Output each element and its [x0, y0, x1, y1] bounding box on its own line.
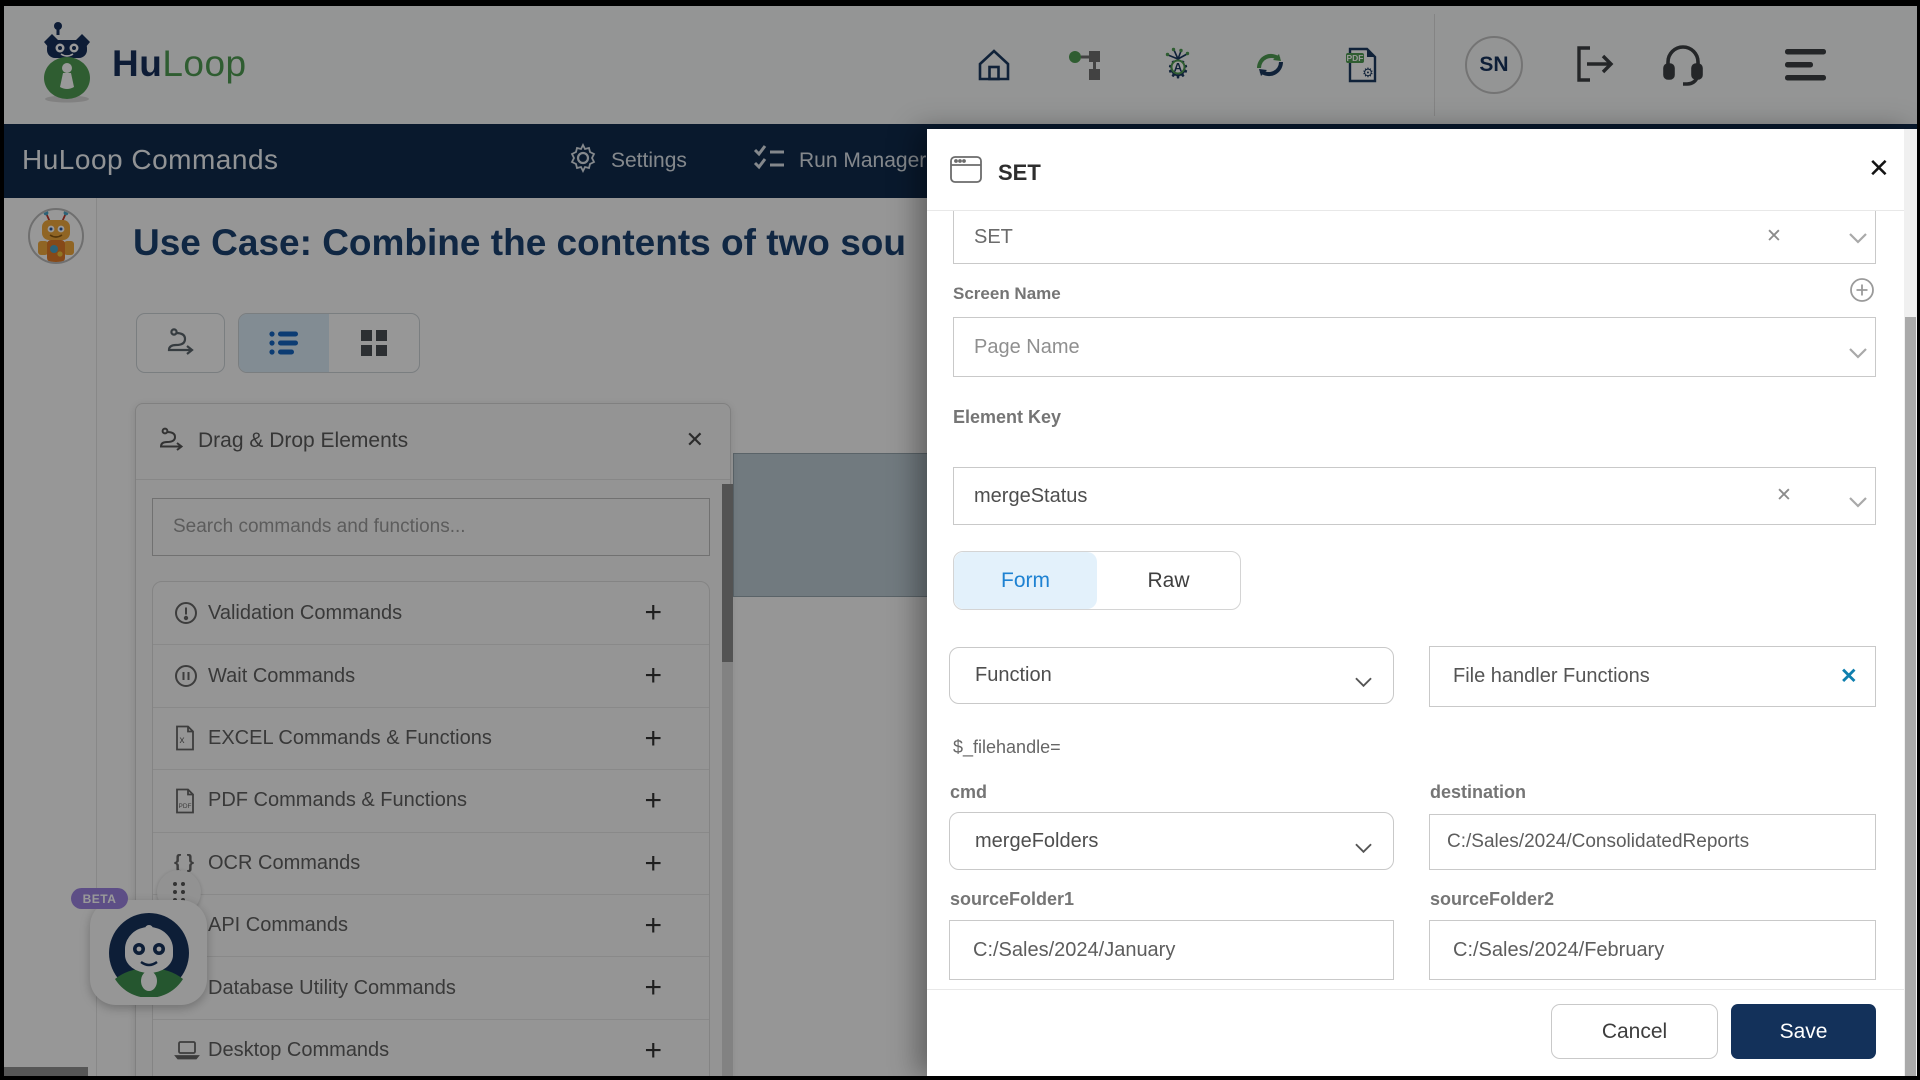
footer-divider — [927, 989, 1909, 990]
screen-frame — [0, 0, 1920, 6]
assignment-expression: $_filehandle= — [953, 737, 1061, 757]
screen-name-select[interactable]: Page Name — [953, 317, 1876, 377]
add-screen-icon[interactable] — [1849, 277, 1875, 308]
save-button[interactable]: Save — [1731, 1004, 1876, 1059]
param-label-destination: destination — [1430, 782, 1527, 802]
modal-scrollbar-thumb[interactable] — [1905, 317, 1916, 1076]
screen: HuLoop A PDF ⚙ SN HuLoop Commands Settin… — [0, 0, 1920, 1080]
app-window: HuLoop A PDF ⚙ SN HuLoop Commands Settin… — [4, 6, 1917, 1076]
sourcefolder1-input[interactable]: C:/Sales/2024/January — [949, 920, 1394, 980]
clear-icon[interactable]: ✕ — [1840, 664, 1858, 689]
chevron-down-icon[interactable] — [1355, 671, 1372, 694]
function-category-field[interactable]: File handler Functions ✕ — [1429, 646, 1876, 707]
function-type-select[interactable]: Function — [949, 647, 1394, 704]
command-select[interactable]: SET ✕ — [953, 211, 1876, 264]
param-label-sourcefolder1: sourceFolder1 — [950, 889, 1075, 909]
chevron-down-icon[interactable] — [1849, 491, 1867, 514]
chevron-down-icon[interactable] — [1849, 342, 1867, 365]
clear-icon[interactable]: ✕ — [1766, 225, 1782, 248]
modal-window-icon — [950, 156, 982, 188]
chevron-down-icon[interactable] — [1355, 837, 1372, 860]
tab-form[interactable]: Form — [954, 552, 1097, 609]
cancel-button[interactable]: Cancel — [1551, 1004, 1718, 1059]
clear-icon[interactable]: ✕ — [1776, 484, 1792, 507]
cmd-select[interactable]: mergeFolders — [949, 812, 1394, 870]
sourcefolder2-input[interactable]: C:/Sales/2024/February — [1429, 920, 1876, 980]
set-command-modal: SET ✕ SET ✕ Screen Name Page Name Elemen… — [927, 129, 1917, 1076]
screen-frame — [0, 1076, 1920, 1080]
screen-frame — [0, 0, 4, 1080]
destination-input[interactable]: C:/Sales/2024/ConsolidatedReports — [1429, 814, 1876, 870]
modal-close-icon[interactable]: ✕ — [1868, 153, 1890, 184]
tab-raw[interactable]: Raw — [1097, 552, 1240, 609]
chevron-down-icon[interactable] — [1849, 227, 1867, 250]
param-label-sourcefolder2: sourceFolder2 — [1430, 889, 1555, 909]
param-label-cmd: cmd — [950, 782, 988, 802]
element-key-label: Element Key — [953, 407, 1062, 427]
modal-scrollbar[interactable] — [1904, 129, 1917, 1076]
screen-name-label: Screen Name — [953, 284, 1061, 303]
form-raw-tabs: Form Raw — [953, 551, 1241, 610]
element-key-select[interactable]: mergeStatus ✕ — [953, 467, 1876, 525]
modal-title: SET — [998, 160, 1041, 185]
